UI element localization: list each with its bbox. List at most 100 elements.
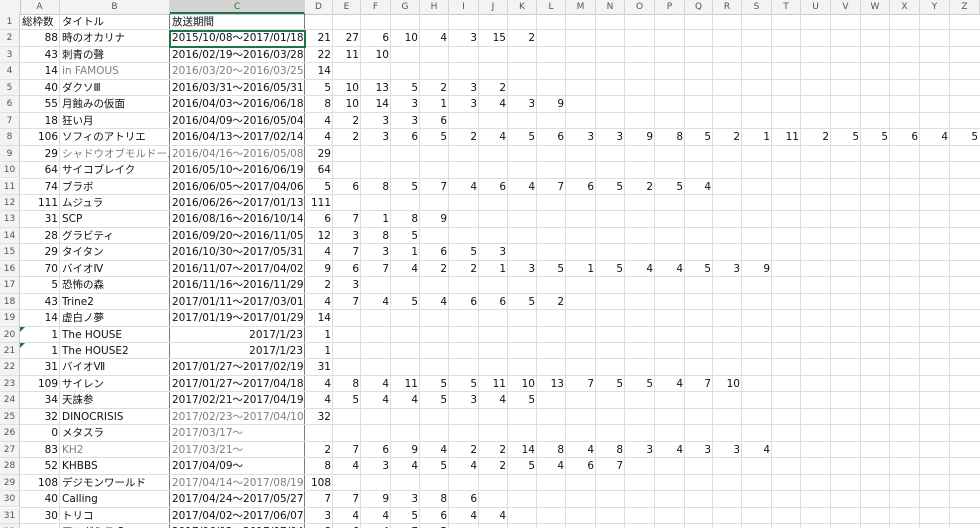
row-header[interactable]: 22	[0, 359, 20, 376]
broadcast-period-cell[interactable]: 2017/01/11～2017/03/01	[170, 294, 305, 310]
value-cell[interactable]: 7	[333, 211, 361, 227]
column-header-w[interactable]: W	[861, 0, 890, 14]
value-cell[interactable]: 4	[479, 508, 508, 524]
value-cell[interactable]: 5	[831, 129, 861, 145]
value-cell[interactable]: 8	[305, 458, 333, 474]
value-cell[interactable]: 5	[391, 228, 420, 244]
total-frames-cell[interactable]: 31	[20, 211, 60, 227]
title-cell[interactable]: 刺青の聲	[60, 47, 170, 63]
value-cell[interactable]: 21	[305, 30, 333, 46]
column-header-k[interactable]: K	[508, 0, 537, 14]
total-frames-cell[interactable]: 64	[20, 162, 60, 178]
value-cell[interactable]: 4	[391, 458, 420, 474]
broadcast-period-cell[interactable]: 2016/06/05～2017/04/06	[170, 179, 305, 195]
row-header[interactable]: 25	[0, 408, 20, 426]
value-cell[interactable]: 3	[713, 442, 742, 458]
row-header[interactable]: 9	[0, 145, 20, 163]
total-frames-cell[interactable]: 18	[20, 113, 60, 129]
title-cell[interactable]: アマガミス 2	[60, 524, 170, 528]
value-cell[interactable]: 6	[566, 458, 596, 474]
column-header-f[interactable]: F	[361, 0, 391, 14]
value-cell[interactable]: 5	[508, 458, 537, 474]
value-cell[interactable]: 11	[391, 376, 420, 392]
row-header[interactable]: 28	[0, 458, 20, 475]
select-all-corner[interactable]	[0, 0, 21, 14]
value-cell[interactable]: 7	[333, 244, 361, 260]
row-header[interactable]: 17	[0, 277, 20, 294]
row-header[interactable]: 23	[0, 375, 20, 393]
row-header[interactable]: 1	[0, 14, 20, 31]
total-frames-cell[interactable]: 111	[20, 195, 60, 211]
value-cell[interactable]: 15	[479, 30, 508, 46]
total-frames-cell[interactable]: 14	[20, 63, 60, 79]
value-cell[interactable]: 4	[305, 113, 333, 129]
total-frames-cell[interactable]: 88	[20, 30, 60, 46]
column-header-a[interactable]: A	[20, 0, 60, 14]
title-cell[interactable]: トリコ	[60, 508, 170, 524]
value-cell[interactable]: 5	[420, 524, 449, 528]
value-cell[interactable]: 11	[772, 129, 801, 145]
value-cell[interactable]: 2	[420, 80, 449, 96]
value-cell[interactable]: 9	[625, 129, 655, 145]
column-header-l[interactable]: L	[537, 0, 566, 14]
value-cell[interactable]: 7	[566, 376, 596, 392]
title-cell[interactable]: 恐怖の森	[60, 277, 170, 293]
value-cell[interactable]: 4	[361, 376, 391, 392]
value-cell[interactable]: 6	[305, 211, 333, 227]
value-cell[interactable]: 3	[391, 113, 420, 129]
value-cell[interactable]: 6	[566, 179, 596, 195]
value-cell[interactable]: 6	[479, 294, 508, 310]
total-frames-cell[interactable]: 1	[20, 327, 60, 343]
value-cell[interactable]: 27	[333, 30, 361, 46]
value-cell[interactable]: 4	[361, 294, 391, 310]
broadcast-period-cell[interactable]: 2016/04/03～2016/06/18	[170, 96, 305, 112]
value-cell[interactable]: 5	[861, 129, 890, 145]
value-cell[interactable]: 5	[391, 80, 420, 96]
column-header-e[interactable]: E	[333, 0, 361, 14]
broadcast-period-cell[interactable]: 2017/1/23	[170, 343, 305, 359]
row-header[interactable]: 26	[0, 425, 20, 442]
value-cell[interactable]: 4	[420, 294, 449, 310]
value-cell[interactable]: 4	[920, 129, 950, 145]
value-cell[interactable]: 1	[479, 261, 508, 277]
column-header-j[interactable]: J	[479, 0, 508, 14]
row-header[interactable]: 13	[0, 211, 20, 228]
value-cell[interactable]: 3	[361, 113, 391, 129]
total-frames-cell[interactable]: 1	[20, 343, 60, 359]
value-cell[interactable]: 4	[655, 376, 685, 392]
value-cell[interactable]: 13	[537, 376, 566, 392]
value-cell[interactable]: 1	[305, 343, 333, 359]
value-cell[interactable]: 4	[655, 261, 685, 277]
title-cell[interactable]: バイオⅣ	[60, 261, 170, 277]
value-cell[interactable]: 2	[333, 129, 361, 145]
row-header[interactable]: 10	[0, 162, 20, 179]
value-cell[interactable]: 7	[333, 491, 361, 507]
value-cell[interactable]: 3	[391, 96, 420, 112]
value-cell[interactable]: 2	[449, 261, 479, 277]
value-cell[interactable]: 9	[391, 442, 420, 458]
value-cell[interactable]: 2	[479, 458, 508, 474]
value-cell[interactable]: 1	[742, 129, 772, 145]
total-frames-cell[interactable]: 14	[20, 310, 60, 326]
value-cell[interactable]: 8	[420, 491, 449, 507]
value-cell[interactable]: 4	[305, 244, 333, 260]
value-cell[interactable]: 14	[508, 442, 537, 458]
title-cell[interactable]: 月蝕みの仮面	[60, 96, 170, 112]
total-frames-cell[interactable]: 30	[20, 508, 60, 524]
row-header[interactable]: 15	[0, 244, 20, 261]
value-cell[interactable]: 4	[508, 179, 537, 195]
value-cell[interactable]: 10	[508, 376, 537, 392]
value-cell[interactable]: 4	[420, 442, 449, 458]
title-cell[interactable]: SCP	[60, 211, 170, 227]
value-cell[interactable]: 7	[333, 294, 361, 310]
broadcast-period-cell[interactable]: 2017/04/24～2017/05/27	[170, 491, 305, 507]
column-header-p[interactable]: P	[655, 0, 685, 14]
value-cell[interactable]: 4	[655, 442, 685, 458]
title-cell[interactable]: シャドウオブモルドール	[60, 146, 170, 162]
value-cell[interactable]: 5	[391, 508, 420, 524]
value-cell[interactable]: 4	[361, 524, 391, 528]
header-total-frames[interactable]: 総枠数	[20, 14, 60, 30]
total-frames-cell[interactable]: 70	[20, 261, 60, 277]
broadcast-period-cell[interactable]: 2016/10/30～2017/05/31	[170, 244, 305, 260]
value-cell[interactable]: 3	[508, 96, 537, 112]
